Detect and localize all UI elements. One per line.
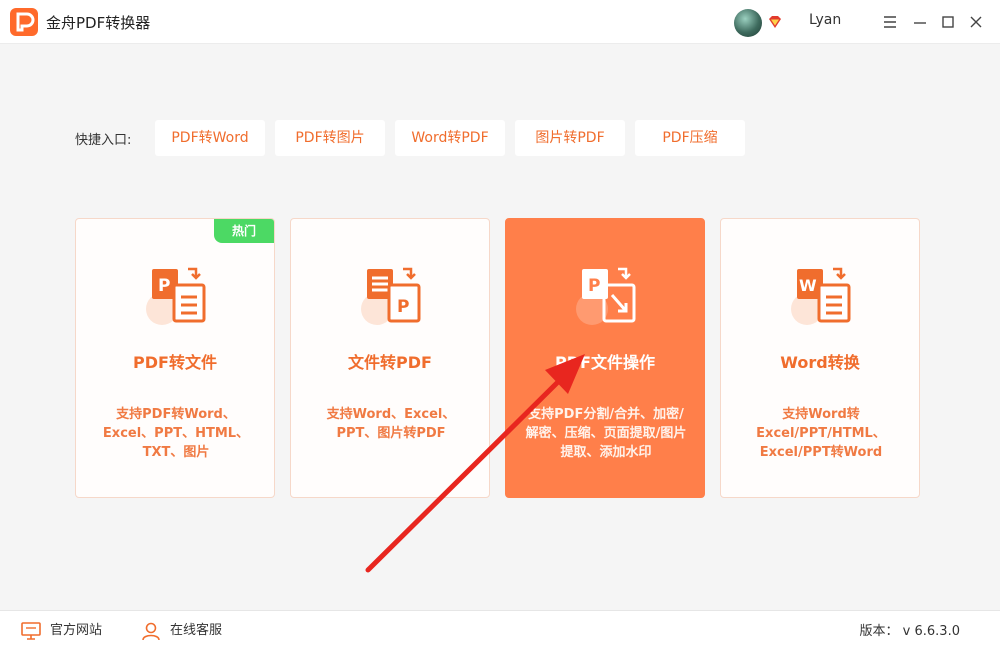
- online-service-label: 在线客服: [170, 623, 223, 638]
- customer-service-icon: [142, 622, 160, 641]
- minimize-icon[interactable]: [910, 12, 930, 32]
- file-to-pdf-icon: P: [359, 265, 429, 331]
- word-convert-icon: W: [789, 265, 859, 331]
- version-text: 版本： v 6.6.3.0: [859, 624, 960, 639]
- card-title: Word转换: [780, 353, 860, 372]
- menu-icon[interactable]: [880, 12, 900, 32]
- official-website-link[interactable]: 官方网站: [20, 621, 120, 641]
- user-name[interactable]: Lyan: [809, 12, 841, 28]
- svg-text:P: P: [158, 276, 170, 296]
- quick-pdf-to-image-button[interactable]: PDF转图片: [275, 120, 385, 156]
- quick-word-to-pdf-button[interactable]: Word转PDF: [395, 120, 505, 156]
- card-description: 支持Word转Excel/PPT/HTML、Excel/PPT转Word: [756, 407, 886, 460]
- card-word-convert[interactable]: W Word转换 支持Word转Excel/PPT/HTML、Excel/PPT…: [720, 218, 920, 498]
- quick-pdf-compress-button[interactable]: PDF压缩: [635, 120, 745, 156]
- monitor-icon: [21, 622, 41, 640]
- card-title: PDF转文件: [133, 353, 217, 372]
- svg-text:P: P: [588, 276, 600, 296]
- footer-bar: 官方网站 在线客服: [0, 610, 1000, 650]
- user-avatar[interactable]: [734, 9, 762, 37]
- quick-entry-label: 快捷入口:: [75, 133, 132, 148]
- close-icon[interactable]: [966, 12, 986, 32]
- app-title: 金舟PDF转换器: [46, 14, 151, 32]
- svg-text:W: W: [799, 276, 817, 295]
- maximize-icon[interactable]: [938, 12, 958, 32]
- svg-text:P: P: [397, 297, 409, 317]
- quick-image-to-pdf-button[interactable]: 图片转PDF: [515, 120, 625, 156]
- vip-diamond-icon[interactable]: [766, 13, 784, 31]
- official-website-label: 官方网站: [50, 623, 103, 638]
- card-description: 支持PDF转Word、Excel、PPT、HTML、TXT、图片: [102, 407, 250, 460]
- pdf-to-file-icon: P: [144, 265, 214, 331]
- card-pdf-to-file[interactable]: 热门 P PDF转文件 支持PDF转Word、Excel、PPT、HTML、TX…: [75, 218, 275, 498]
- hot-badge: 热门: [214, 219, 274, 243]
- annotation-arrow-icon: [365, 354, 585, 573]
- pdf-operations-icon: P: [574, 265, 644, 331]
- quick-pdf-to-word-button[interactable]: PDF转Word: [155, 120, 265, 156]
- online-service-link[interactable]: 在线客服: [140, 621, 240, 641]
- app-logo-icon: [10, 8, 38, 36]
- title-bar: 金舟PDF转换器 Lyan: [0, 0, 1000, 44]
